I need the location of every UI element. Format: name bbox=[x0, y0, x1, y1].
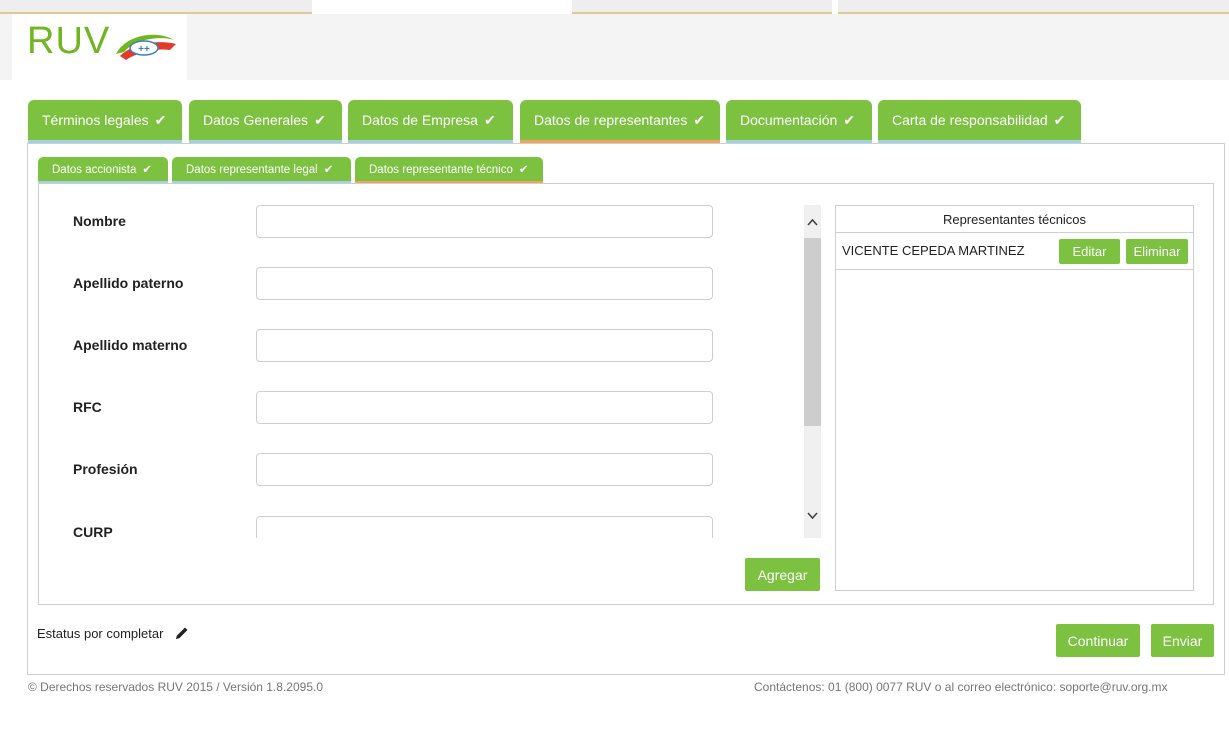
form-scrollbar[interactable] bbox=[804, 205, 821, 538]
top-strip-segment bbox=[0, 0, 312, 14]
tab-documentacion[interactable]: Documentación ✔ bbox=[726, 100, 872, 143]
top-strip-segment bbox=[572, 0, 832, 14]
nombre-input[interactable] bbox=[256, 205, 713, 238]
apellido-paterno-input[interactable] bbox=[256, 267, 713, 300]
edit-button[interactable]: Editar bbox=[1059, 239, 1120, 264]
pencil-icon[interactable] bbox=[175, 626, 189, 640]
check-icon: ✔ bbox=[323, 164, 334, 176]
tab-label: Datos Generales bbox=[203, 112, 309, 128]
logo-swoosh-icon: ++ bbox=[116, 34, 176, 60]
subtab-datos-accionista[interactable]: Datos accionista ✔ bbox=[38, 157, 168, 183]
representatives-title: Representantes técnicos bbox=[836, 206, 1193, 233]
tab-carta-de-responsabilidad[interactable]: Carta de responsabilidad ✔ bbox=[878, 100, 1081, 143]
footer-copyright: © Derechos reservados RUV 2015 / Versión… bbox=[28, 680, 324, 694]
top-strip-segment bbox=[838, 0, 1229, 14]
footer-contact: Contáctenos: 01 (800) 0077 RUV o al corr… bbox=[754, 680, 1168, 694]
field-label-apellido-paterno: Apellido paterno bbox=[73, 275, 184, 291]
curp-input[interactable] bbox=[256, 516, 713, 538]
field-label-profesion: Profesión bbox=[73, 461, 138, 477]
subtab-datos-representante-tecnico[interactable]: Datos representante técnico ✔ bbox=[355, 157, 543, 183]
subtab-label: Datos representante técnico bbox=[369, 164, 513, 176]
check-icon: ✔ bbox=[693, 112, 706, 128]
tab-label: Datos de Empresa bbox=[362, 112, 478, 128]
representative-name: VICENTE CEPEDA MARTINEZ bbox=[842, 243, 1025, 258]
check-icon: ✔ bbox=[1053, 112, 1066, 128]
tab-label: Términos legales bbox=[42, 112, 149, 128]
field-label-apellido-materno: Apellido materno bbox=[73, 337, 188, 353]
representative-form: Nombre Apellido paterno Apellido materno… bbox=[39, 195, 819, 538]
continue-button[interactable]: Continuar bbox=[1056, 624, 1140, 657]
check-icon: ✔ bbox=[843, 112, 856, 128]
add-button[interactable]: Agregar bbox=[745, 558, 820, 591]
rfc-input[interactable] bbox=[256, 391, 713, 424]
tab-label: Carta de responsabilidad bbox=[892, 112, 1048, 128]
field-label-nombre: Nombre bbox=[73, 213, 126, 229]
tab-datos-generales[interactable]: Datos Generales ✔ bbox=[189, 100, 342, 143]
scrollbar-thumb[interactable] bbox=[804, 238, 821, 426]
send-button[interactable]: Enviar bbox=[1151, 624, 1214, 657]
tab-datos-de-empresa[interactable]: Datos de Empresa ✔ bbox=[348, 100, 513, 143]
tab-datos-de-representantes[interactable]: Datos de representantes ✔ bbox=[520, 100, 720, 143]
status-text: Estatus por completar bbox=[37, 626, 164, 641]
tab-terminos-legales[interactable]: Términos legales ✔ bbox=[28, 100, 182, 143]
browser-top-strip bbox=[0, 0, 1229, 14]
list-item: VICENTE CEPEDA MARTINEZ Editar Eliminar bbox=[836, 233, 1193, 270]
delete-button[interactable]: Eliminar bbox=[1126, 239, 1188, 264]
field-label-curp: CURP bbox=[73, 524, 113, 538]
check-icon: ✔ bbox=[483, 112, 496, 128]
logo[interactable]: RUV ++ bbox=[12, 14, 187, 80]
chevron-up-icon[interactable] bbox=[804, 217, 821, 227]
representatives-panel: Representantes técnicos VICENTE CEPEDA M… bbox=[835, 205, 1194, 591]
subtab-datos-representante-legal[interactable]: Datos representante legal ✔ bbox=[172, 157, 351, 183]
check-icon: ✔ bbox=[142, 164, 153, 176]
tab-label: Datos de representantes bbox=[534, 112, 688, 128]
check-icon: ✔ bbox=[314, 112, 326, 128]
check-icon: ✔ bbox=[154, 112, 167, 128]
logo-badge-text: ++ bbox=[138, 44, 150, 55]
field-label-rfc: RFC bbox=[73, 399, 102, 415]
status-text-row: Estatus por completar bbox=[37, 626, 189, 641]
chevron-down-icon[interactable] bbox=[804, 511, 821, 521]
apellido-materno-input[interactable] bbox=[256, 329, 713, 362]
subtab-label: Datos accionista bbox=[52, 164, 137, 176]
subtab-label: Datos representante legal bbox=[186, 164, 318, 176]
tab-label: Documentación bbox=[740, 112, 838, 128]
check-icon: ✔ bbox=[518, 164, 529, 176]
profesion-input[interactable] bbox=[256, 453, 713, 486]
logo-text: RUV bbox=[27, 20, 111, 62]
